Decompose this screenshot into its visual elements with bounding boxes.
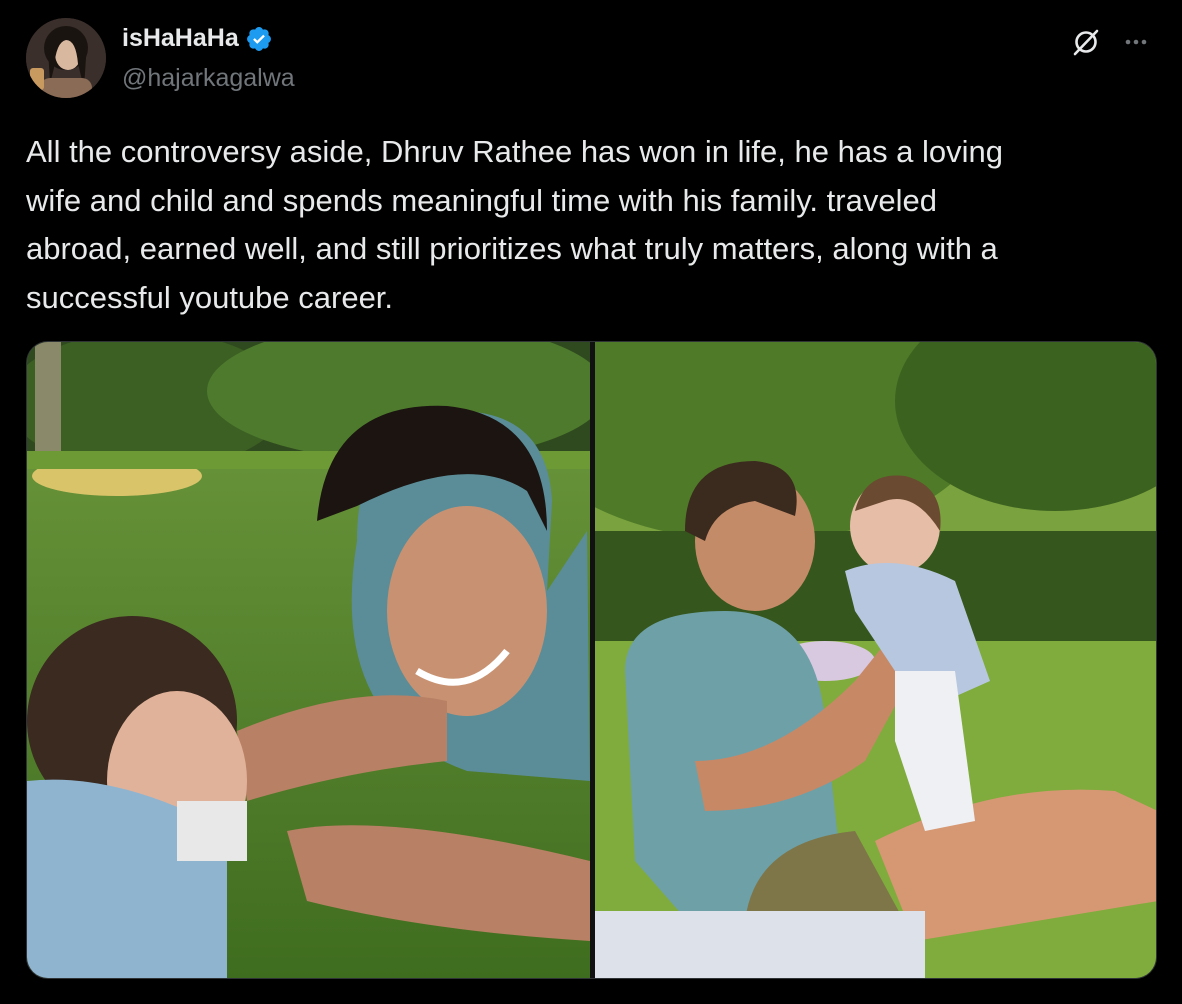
tweet-header: isHaHaHa @hajarkagalwa [26,16,1156,100]
name-row: isHaHaHa [122,24,273,53]
photo-man-holding-baby-in-park [595,342,1156,978]
tweet-text: All the controversy aside, Dhruv Rathee … [26,134,1004,315]
photo-left[interactable] [27,342,590,978]
media-grid [26,341,1157,979]
display-name[interactable]: isHaHaHa [122,24,239,53]
photo-right[interactable] [595,342,1156,978]
handle[interactable]: @hajarkagalwa [122,64,295,93]
avatar[interactable] [26,18,106,98]
more-options-button[interactable] [1116,22,1156,62]
ellipsis-icon [1125,39,1147,45]
grok-slash-circle-icon [1073,29,1099,56]
avatar-image [26,18,106,98]
verified-badge-icon [246,26,271,51]
photo-man-lying-on-grass-with-baby [27,342,590,978]
grok-button[interactable] [1066,22,1106,62]
